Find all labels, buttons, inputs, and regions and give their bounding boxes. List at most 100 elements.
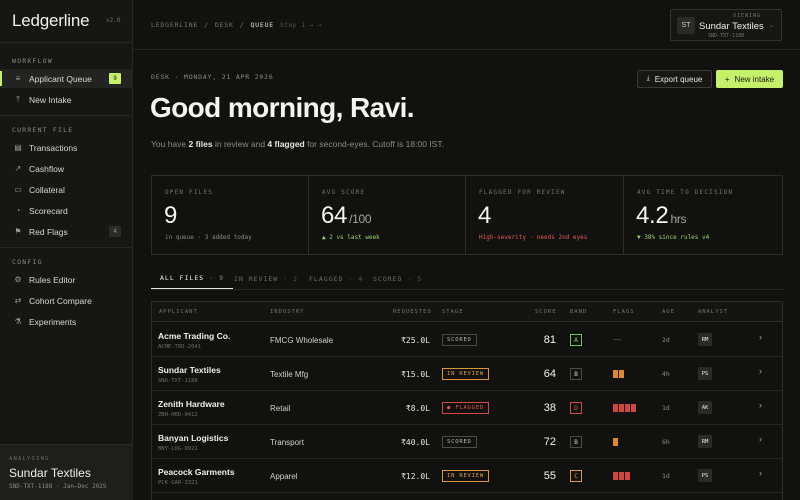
table-row[interactable]: Peacock Garments PCK-GAR-3321 Apparel ₹12.0…	[152, 459, 782, 493]
sidebar-item-applicant-queue[interactable]: ≡ Applicant Queue 9	[0, 69, 133, 88]
column-header[interactable]: STAGE	[442, 309, 464, 315]
chevron-right-icon[interactable]: ›	[759, 332, 762, 342]
sidebar-item-transactions[interactable]: ▤ Transactions	[0, 138, 133, 157]
tab-in-review[interactable]: IN REVIEW · 2	[234, 268, 298, 290]
new-intake-label: New intake	[734, 74, 775, 84]
flag-marker	[619, 472, 624, 480]
industry: Retail	[270, 404, 291, 413]
upload-icon: ⤒	[16, 94, 20, 104]
file-age: 1d	[662, 472, 670, 480]
requested-amount: ₹25.0L	[401, 336, 430, 345]
tab-scored[interactable]: SCORED · 5	[373, 268, 422, 290]
file-age: 1d	[662, 404, 670, 412]
tab-label: IN REVIEW	[234, 275, 279, 283]
band-badge: B	[570, 368, 582, 380]
flag-marker	[613, 404, 618, 412]
flag-marker	[613, 370, 618, 378]
viewing-selector[interactable]: ST VIEWING Sundar Textiles SND-TXT-1188 …	[670, 9, 782, 41]
stage-badge: ● FLAGGED	[442, 402, 490, 414]
step-indicator: Step 1 → →	[280, 21, 323, 29]
sidebar-item-label: Red Flags	[29, 226, 68, 237]
summary-text: You have 2 files in review and 4 flagged…	[151, 139, 444, 149]
column-header[interactable]: BAND	[570, 309, 587, 315]
sidebar-item-label: New Intake	[29, 94, 72, 105]
sidebar-item-label: Cashflow	[29, 163, 64, 174]
flags-indicator	[613, 438, 618, 446]
stat-card: AVG TIME TO DECISION 4.2 hrs ▼ 38% since ru…	[624, 176, 782, 254]
column-header[interactable]: SCORE	[535, 309, 557, 315]
analysing-label: ANALYSING	[9, 456, 50, 462]
new-intake-button[interactable]: + New intake	[716, 70, 783, 88]
stat-value-wrap: 64/100	[321, 202, 372, 230]
sidebar-divider	[0, 115, 133, 116]
chevron-right-icon[interactable]: ›	[759, 366, 762, 376]
sidebar-item-red-flags[interactable]: ⚑ Red Flags 4	[0, 222, 133, 241]
export-queue-button[interactable]: ⤓ Export queue	[637, 70, 712, 88]
sidebar-item-new-intake[interactable]: ⤒ New Intake	[0, 90, 133, 109]
column-header[interactable]: INDUSTRY	[270, 309, 305, 315]
analysing-name: Sundar Textiles	[9, 466, 91, 480]
crumb-sep: /	[239, 21, 245, 29]
crumb-ledgerline[interactable]: LEDGERLINE	[151, 21, 198, 29]
sidebar-item-rules-editor[interactable]: ⚙ Rules Editor	[0, 270, 133, 289]
stat-label: FLAGGED FOR REVIEW	[479, 189, 566, 196]
stat-value: 64	[321, 202, 348, 229]
sidebar: Ledgerline v2.0 WORKFLOW ≡ Applicant Queue…	[0, 0, 133, 500]
brand-logo: Ledgerline	[12, 11, 90, 30]
column-header[interactable]: FLAGS	[613, 309, 635, 315]
chevron-right-icon[interactable]: ›	[759, 400, 762, 410]
flag-marker	[625, 404, 630, 412]
version-label: v2.0	[106, 17, 121, 24]
flag-marker	[631, 404, 636, 412]
column-header[interactable]: REQUESTED	[393, 309, 432, 315]
tab-count-value: 2	[293, 275, 298, 283]
tab-count-value: 9	[219, 274, 224, 282]
analysing-sub: SND-TXT-1188 · Jan–Dec 2025	[9, 483, 107, 490]
tab-all-files[interactable]: ALL FILES · 9	[151, 268, 233, 290]
applicant-id: SND-TXT-1188	[158, 378, 198, 384]
score-value: 55	[543, 470, 556, 482]
column-header[interactable]: AGE	[662, 309, 675, 315]
stage-badge: SCORED	[442, 436, 477, 448]
line-chart-icon: ↗	[14, 164, 22, 173]
sidebar-item-label: Rules Editor	[29, 274, 76, 285]
flag-marker	[619, 404, 624, 412]
tab-flagged[interactable]: FLAGGED · 4	[309, 268, 363, 290]
sidebar-item-scorecard[interactable]: ◔ Scorecard	[0, 201, 133, 220]
table-row[interactable]: Sundar Textiles SND-TXT-1188 Textile Mfg ₹1…	[152, 357, 782, 391]
column-header[interactable]: APPLICANT	[159, 309, 198, 315]
export-label: Export queue	[654, 74, 703, 84]
flag-marker	[625, 472, 630, 480]
section-label: CONFIG	[12, 258, 43, 266]
table-row[interactable]: Zenith Hardware ZNH-HRD-0412 Retail ₹8.0L ● …	[152, 391, 782, 425]
applicant-name: Banyan Logistics	[158, 433, 229, 443]
table-row[interactable]: Acme Trading Co. ACME-TRD-2041 FMCG Wholes…	[152, 323, 782, 357]
crumb-queue: QUEUE	[250, 21, 275, 29]
sidebar-item-collateral[interactable]: ▭ Collateral	[0, 180, 133, 199]
sidebar-item-experiments[interactable]: ⚗ Experiments	[0, 312, 133, 331]
analysing-panel[interactable]: ANALYSING Sundar Textiles SND-TXT-1188 ·…	[0, 444, 133, 500]
flask-icon: ⚗	[14, 317, 22, 326]
band-badge: B	[570, 436, 582, 448]
sidebar-item-cashflow[interactable]: ↗ Cashflow	[0, 159, 133, 178]
tab-count: · 9	[209, 274, 224, 282]
count-badge: 9	[109, 73, 121, 84]
column-header[interactable]: ANALYST	[698, 309, 728, 315]
sidebar-item-cohort-compare[interactable]: ⇄ Cohort Compare	[0, 291, 133, 310]
stat-note: ▲ 2 vs last week	[322, 234, 380, 241]
score-value: 81	[543, 334, 556, 346]
applicant-table: APPLICANT INDUSTRY REQUESTED STAGE SCORE BAND…	[151, 301, 783, 500]
crumb-desk[interactable]: DESK	[215, 21, 234, 29]
stat-value: 4	[478, 202, 492, 229]
table-row[interactable]: Banyan Logistics BNY-LOG-0921 Transport ₹40…	[152, 425, 782, 459]
score-value: 72	[543, 436, 556, 448]
flags-indicator	[613, 370, 624, 378]
industry: Apparel	[270, 472, 298, 481]
applicant-id: PCK-GAR-3321	[158, 480, 198, 486]
chevron-right-icon[interactable]: ›	[759, 468, 762, 478]
sidebar-item-label: Experiments	[29, 316, 77, 327]
summary-pre: You have	[151, 139, 189, 149]
stat-value: 4.2	[636, 202, 669, 229]
flag-marker	[613, 438, 618, 446]
chevron-right-icon[interactable]: ›	[759, 434, 762, 444]
